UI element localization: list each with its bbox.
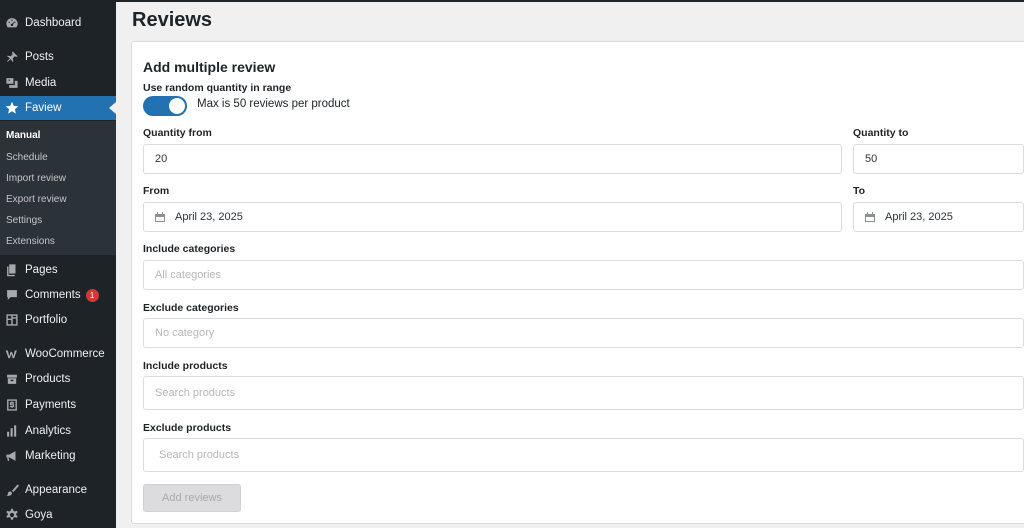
pages-icon: [5, 263, 19, 277]
sidebar-item-appearance[interactable]: Appearance: [0, 478, 116, 502]
toggle-description: Max is 50 reviews per product: [197, 98, 350, 110]
sidebar-item-label: Analytics: [25, 425, 72, 437]
exclude-products-label: Exclude products: [143, 422, 232, 434]
quantity-from-label: Quantity from: [143, 127, 212, 139]
calendar-icon: [865, 212, 875, 222]
sidebar-item-dashboard[interactable]: Dashboard: [0, 11, 116, 35]
sidebar-item-media[interactable]: Media: [0, 71, 116, 95]
sidebar-item-label: Products: [25, 373, 71, 385]
analytics-icon: [5, 424, 19, 438]
page-title: Reviews: [132, 9, 213, 31]
sidebar-item-label: Media: [25, 77, 57, 89]
star-icon: [5, 101, 19, 115]
sidebar-item-products[interactable]: Products: [0, 367, 116, 391]
sidebar-item-goya[interactable]: Goya: [0, 503, 116, 527]
admin-bar-edge: [116, 0, 1024, 2]
sidebar-item-faview[interactable]: Faview: [0, 96, 116, 120]
brush-icon: [5, 483, 19, 497]
sidebar-item-comments[interactable]: Comments 1: [0, 283, 116, 307]
exclude-products-placeholder: Search products: [159, 449, 240, 461]
admin-sidebar: Dashboard Posts Media Faview Manual Sche…: [0, 0, 116, 528]
pin-icon: [5, 50, 19, 64]
to-date-input[interactable]: April 23, 2025: [853, 202, 1024, 232]
gear-icon: [5, 508, 19, 522]
comment-icon: [5, 288, 19, 302]
include-categories-label: Include categories: [143, 243, 236, 255]
include-products-label: Include products: [143, 360, 228, 372]
calendar-icon: [155, 212, 165, 222]
include-categories-select[interactable]: All categories: [143, 260, 1024, 290]
random-quantity-toggle[interactable]: [143, 96, 187, 116]
sidebar-item-label: WooCommerce: [25, 348, 105, 360]
from-date-label: From: [143, 185, 170, 197]
sidebar-item-woocommerce[interactable]: WooCommerce: [0, 342, 116, 366]
sidebar-item-label: Posts: [25, 51, 54, 63]
comment-count-badge: 1: [85, 288, 99, 302]
portfolio-icon: [5, 313, 19, 327]
include-products-placeholder: Search products: [155, 387, 236, 399]
products-icon: [5, 372, 19, 386]
sidebar-item-label: Dashboard: [25, 17, 82, 29]
submenu-extensions[interactable]: Extensions: [6, 236, 55, 247]
toggle-knob: [169, 98, 185, 114]
sidebar-item-label: Goya: [25, 509, 53, 521]
submenu-manual[interactable]: Manual: [6, 130, 40, 141]
exclude-categories-select[interactable]: No category: [143, 318, 1024, 348]
megaphone-icon: [5, 449, 19, 463]
form-heading: Add multiple review: [143, 59, 276, 75]
sidebar-item-label: Comments: [25, 289, 81, 301]
to-date-label: To: [853, 185, 866, 197]
sidebar-item-label: Pages: [25, 264, 58, 276]
sidebar-item-posts[interactable]: Posts: [0, 45, 116, 69]
faview-submenu: [0, 121, 116, 255]
add-reviews-button[interactable]: Add reviews: [143, 484, 241, 512]
sidebar-item-analytics[interactable]: Analytics: [0, 419, 116, 443]
sidebar-item-payments[interactable]: Payments: [0, 393, 116, 417]
from-date-input[interactable]: April 23, 2025: [143, 202, 842, 232]
woocommerce-icon: [5, 347, 19, 361]
submenu-settings[interactable]: Settings: [6, 215, 42, 226]
quantity-to-label: Quantity to: [853, 127, 909, 139]
quantity-to-input[interactable]: 50: [853, 144, 1024, 174]
sidebar-item-label: Appearance: [25, 484, 88, 496]
include-products-input[interactable]: Search products: [143, 376, 1024, 410]
exclude-categories-label: Exclude categories: [143, 302, 239, 314]
include-categories-placeholder: All categories: [155, 269, 222, 281]
sidebar-item-pages[interactable]: Pages: [0, 258, 116, 282]
submenu-schedule[interactable]: Schedule: [6, 152, 48, 163]
exclude-categories-placeholder: No category: [155, 327, 215, 339]
submenu-import-review[interactable]: Import review: [6, 173, 66, 184]
payments-icon: [5, 398, 19, 412]
quantity-from-value: 20: [155, 153, 168, 165]
sidebar-item-label: Payments: [25, 399, 77, 411]
sidebar-item-portfolio[interactable]: Portfolio: [0, 308, 116, 332]
quantity-from-input[interactable]: 20: [143, 144, 842, 174]
quantity-to-value: 50: [865, 153, 878, 165]
random-quantity-label: Use random quantity in range: [143, 82, 292, 94]
sidebar-item-label: Portfolio: [25, 314, 68, 326]
sidebar-item-label: Marketing: [25, 450, 76, 462]
dashboard-icon: [5, 16, 19, 30]
submenu-export-review[interactable]: Export review: [6, 194, 67, 205]
exclude-products-input[interactable]: Search products: [143, 438, 1024, 472]
sidebar-item-label: Faview: [25, 102, 62, 114]
sidebar-item-marketing[interactable]: Marketing: [0, 444, 116, 468]
media-icon: [5, 76, 19, 90]
from-date-value: April 23, 2025: [175, 211, 243, 223]
to-date-value: April 23, 2025: [885, 211, 953, 223]
